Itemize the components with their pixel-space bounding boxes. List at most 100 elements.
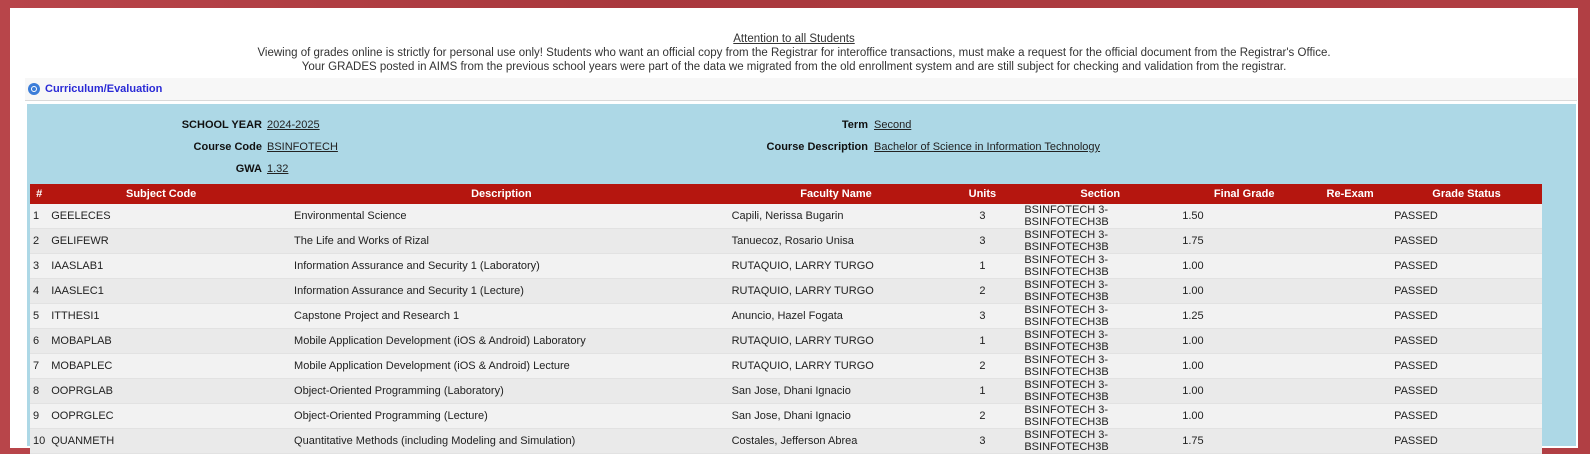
table-row: 9 OOPRGLEC Object-Oriented Programming (… bbox=[30, 403, 1542, 429]
row-number: 10 bbox=[30, 428, 49, 454]
grade-status: PASSED bbox=[1391, 428, 1542, 454]
subject-description[interactable]: Information Assurance and Security 1 (Le… bbox=[274, 278, 729, 304]
course-code-value[interactable]: BSINFOTECH bbox=[267, 141, 338, 153]
subject-code: MOBAPLEC bbox=[48, 353, 275, 379]
col-header-subject-code: Subject Code bbox=[48, 184, 275, 204]
subject-description[interactable]: Object-Oriented Programming (Lecture) bbox=[274, 403, 729, 429]
subject-description[interactable]: Quantitative Methods (including Modeling… bbox=[274, 428, 729, 454]
row-number: 4 bbox=[30, 278, 49, 304]
section: BSINFOTECH 3-BSINFOTECH3B bbox=[1021, 428, 1180, 454]
final-grade: 1.00 bbox=[1179, 353, 1310, 379]
subject-description[interactable]: Environmental Science bbox=[274, 204, 729, 229]
curriculum-evaluation-header[interactable]: Curriculum/Evaluation bbox=[25, 78, 1577, 101]
col-header-units: Units bbox=[943, 184, 1022, 204]
grade-status: PASSED bbox=[1391, 253, 1542, 279]
subject-description[interactable]: Mobile Application Development (iOS & An… bbox=[274, 353, 729, 379]
col-header-section: Section bbox=[1021, 184, 1180, 204]
grade-status: PASSED bbox=[1391, 353, 1542, 379]
units: 3 bbox=[943, 204, 1022, 229]
col-header-faculty-name: Faculty Name bbox=[728, 184, 944, 204]
subject-description[interactable]: Object-Oriented Programming (Laboratory) bbox=[274, 378, 729, 404]
faculty-name: Anuncio, Hazel Fogata bbox=[728, 303, 944, 329]
subject-description[interactable]: Mobile Application Development (iOS & An… bbox=[274, 328, 729, 354]
grades-table-body: 1 GEELECES Environmental Science Capili,… bbox=[30, 204, 1542, 454]
subject-description[interactable]: Capstone Project and Research 1 bbox=[274, 303, 729, 329]
grade-status: PASSED bbox=[1391, 204, 1542, 229]
subject-code: IAASLEC1 bbox=[48, 278, 275, 304]
grades-table: # Subject Code Description Faculty Name … bbox=[30, 184, 1542, 454]
units: 3 bbox=[943, 228, 1022, 254]
subject-description[interactable]: Information Assurance and Security 1 (La… bbox=[274, 253, 729, 279]
table-row: 8 OOPRGLAB Object-Oriented Programming (… bbox=[30, 378, 1542, 404]
grade-status: PASSED bbox=[1391, 328, 1542, 354]
table-row: 2 GELIFEWR The Life and Works of Rizal T… bbox=[30, 228, 1542, 254]
subject-code: ITTHESI1 bbox=[48, 303, 275, 329]
grades-info-panel: SCHOOL YEAR 2024-2025 Term Second Course… bbox=[27, 104, 1576, 454]
search-icon bbox=[28, 83, 40, 95]
subject-code: IAASLAB1 bbox=[48, 253, 275, 279]
row-number: 3 bbox=[30, 253, 49, 279]
col-header-description: Description bbox=[274, 184, 729, 204]
section: BSINFOTECH 3-BSINFOTECH3B bbox=[1021, 204, 1180, 229]
grade-status: PASSED bbox=[1391, 278, 1542, 304]
final-grade: 1.25 bbox=[1179, 303, 1310, 329]
units: 2 bbox=[943, 403, 1022, 429]
faculty-name: RUTAQUIO, LARRY TURGO bbox=[728, 353, 944, 379]
subject-code: GEELECES bbox=[48, 204, 275, 229]
re-exam bbox=[1309, 428, 1392, 454]
section: BSINFOTECH 3-BSINFOTECH3B bbox=[1021, 328, 1180, 354]
re-exam bbox=[1309, 378, 1392, 404]
final-grade: 1.50 bbox=[1179, 204, 1310, 229]
row-number: 1 bbox=[30, 204, 49, 229]
grade-status: PASSED bbox=[1391, 303, 1542, 329]
units: 3 bbox=[943, 303, 1022, 329]
notice: Attention to all Students Viewing of gra… bbox=[10, 8, 1578, 74]
section: BSINFOTECH 3-BSINFOTECH3B bbox=[1021, 403, 1180, 429]
term-value[interactable]: Second bbox=[874, 119, 911, 131]
faculty-name: San Jose, Dhani Ignacio bbox=[728, 403, 944, 429]
faculty-name: RUTAQUIO, LARRY TURGO bbox=[728, 253, 944, 279]
gwa-label: GWA bbox=[235, 163, 262, 175]
units: 1 bbox=[943, 328, 1022, 354]
table-row: 6 MOBAPLAB Mobile Application Developmen… bbox=[30, 328, 1542, 354]
subject-code: OOPRGLEC bbox=[48, 403, 275, 429]
re-exam bbox=[1309, 278, 1392, 304]
final-grade: 1.75 bbox=[1179, 228, 1310, 254]
re-exam bbox=[1309, 353, 1392, 379]
section: BSINFOTECH 3-BSINFOTECH3B bbox=[1021, 253, 1180, 279]
section: BSINFOTECH 3-BSINFOTECH3B bbox=[1021, 378, 1180, 404]
section: BSINFOTECH 3-BSINFOTECH3B bbox=[1021, 303, 1180, 329]
col-header-grade-status: Grade Status bbox=[1391, 184, 1542, 204]
table-row: 10 QUANMETH Quantitative Methods (includ… bbox=[30, 428, 1542, 454]
col-header-final-grade: Final Grade bbox=[1179, 184, 1310, 204]
section-label[interactable]: Curriculum/Evaluation bbox=[45, 83, 162, 95]
grade-status: PASSED bbox=[1391, 228, 1542, 254]
final-grade: 1.00 bbox=[1179, 328, 1310, 354]
gwa-value[interactable]: 1.32 bbox=[267, 163, 288, 175]
subject-code: MOBAPLAB bbox=[48, 328, 275, 354]
course-description-label: Course Description bbox=[766, 141, 868, 153]
grade-status: PASSED bbox=[1391, 403, 1542, 429]
re-exam bbox=[1309, 303, 1392, 329]
row-number: 6 bbox=[30, 328, 49, 354]
section: BSINFOTECH 3-BSINFOTECH3B bbox=[1021, 353, 1180, 379]
school-year-value[interactable]: 2024-2025 bbox=[267, 119, 320, 131]
final-grade: 1.00 bbox=[1179, 403, 1310, 429]
row-number: 7 bbox=[30, 353, 49, 379]
notice-line-2: Your GRADES posted in AIMS from the prev… bbox=[301, 61, 1287, 73]
subject-description[interactable]: The Life and Works of Rizal bbox=[274, 228, 729, 254]
row-number: 2 bbox=[30, 228, 49, 254]
subject-code: GELIFEWR bbox=[48, 228, 275, 254]
row-number: 8 bbox=[30, 378, 49, 404]
notice-title: Attention to all Students bbox=[733, 33, 855, 45]
units: 2 bbox=[943, 278, 1022, 304]
re-exam bbox=[1309, 328, 1392, 354]
final-grade: 1.00 bbox=[1179, 378, 1310, 404]
row-number: 5 bbox=[30, 303, 49, 329]
units: 2 bbox=[943, 353, 1022, 379]
course-description-value[interactable]: Bachelor of Science in Information Techn… bbox=[874, 141, 1100, 153]
faculty-name: Capili, Nerissa Bugarin bbox=[728, 204, 944, 229]
table-row: 5 ITTHESI1 Capstone Project and Research… bbox=[30, 303, 1542, 329]
final-grade: 1.00 bbox=[1179, 253, 1310, 279]
row-number: 9 bbox=[30, 403, 49, 429]
